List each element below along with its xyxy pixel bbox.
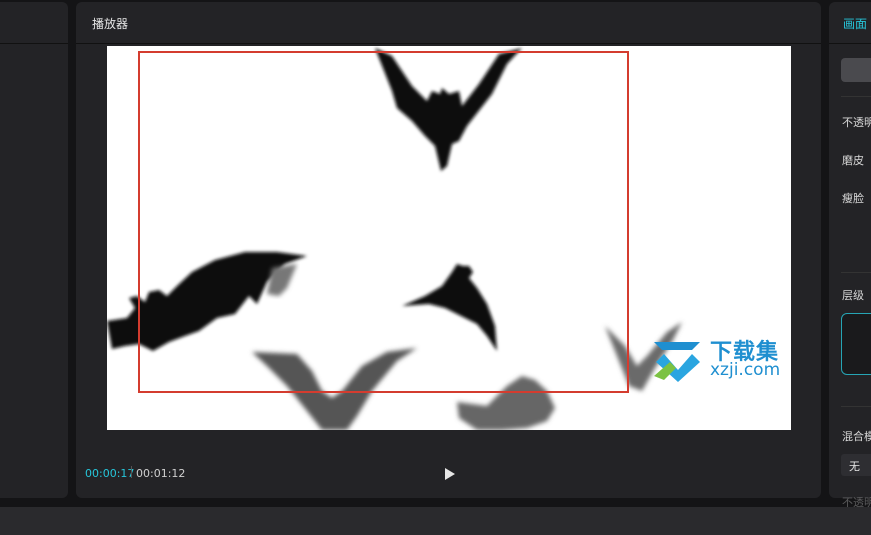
xzji-logo-icon: [654, 342, 700, 382]
player-panel: 播放器 00:00:17 00:01:12: [76, 2, 821, 498]
watermark-text-bottom: xzji.com: [710, 360, 781, 380]
blend-mode-label: 混合模: [842, 430, 871, 443]
current-time: 00:00:17: [85, 467, 135, 480]
divider: [841, 272, 871, 273]
play-icon: [445, 468, 455, 480]
player-header: 播放器: [76, 2, 821, 44]
right-panel-button[interactable]: [841, 58, 871, 82]
left-panel: [0, 2, 68, 498]
site-watermark: 下载集 xzji.com: [650, 336, 790, 382]
right-panel-header: 画面: [829, 2, 871, 44]
slim-face-label: 瘦脸: [842, 192, 864, 205]
layer-selector[interactable]: 1: [841, 313, 871, 375]
crop-selection-box[interactable]: [138, 51, 629, 393]
time-separator: [131, 466, 132, 478]
tab-picture[interactable]: 画面: [843, 15, 867, 32]
timeline-bar: [0, 507, 871, 535]
layer-label: 层级: [842, 289, 864, 302]
player-title: 播放器: [92, 17, 129, 31]
divider: [841, 96, 871, 97]
divider: [841, 406, 871, 407]
blend-mode-select[interactable]: 无: [841, 454, 871, 476]
play-button[interactable]: [443, 466, 457, 482]
left-panel-header: [0, 2, 68, 44]
right-panel: 画面 不透明 磨皮 瘦脸 层级 1 混合模 无 不透明: [829, 2, 871, 509]
opacity-label: 不透明: [842, 116, 871, 129]
smoothing-label: 磨皮: [842, 154, 864, 167]
blend-mode-value: 无: [849, 460, 860, 473]
total-time: 00:01:12: [136, 467, 186, 480]
